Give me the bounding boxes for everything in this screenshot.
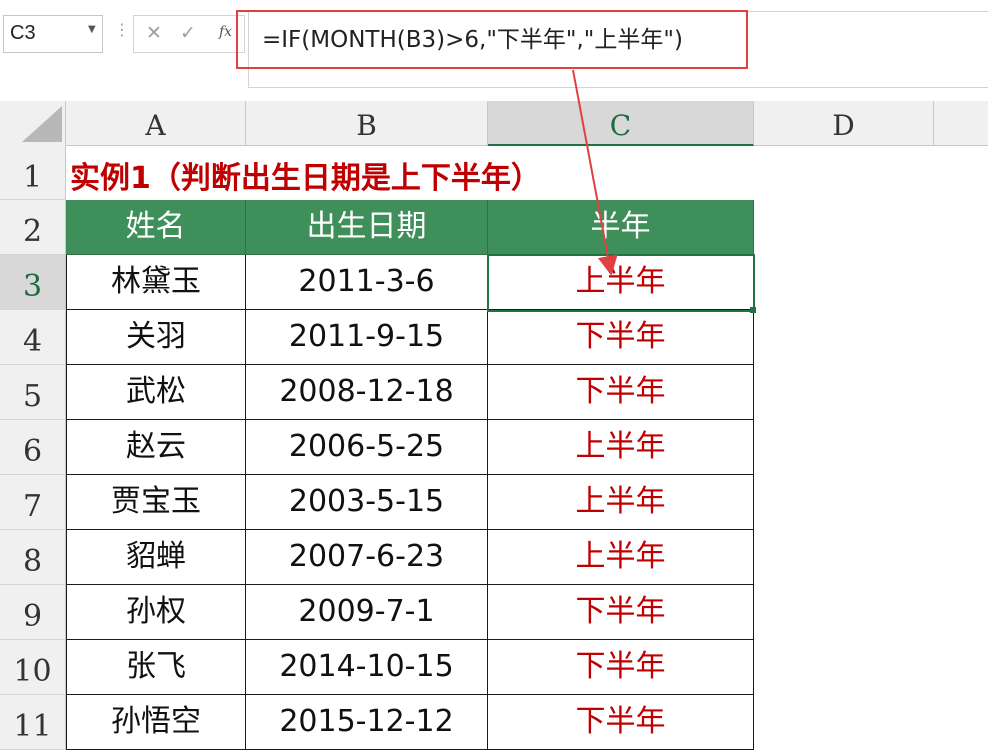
annotation-arrow — [572, 69, 618, 276]
annotation-arrow-line — [572, 69, 618, 276]
